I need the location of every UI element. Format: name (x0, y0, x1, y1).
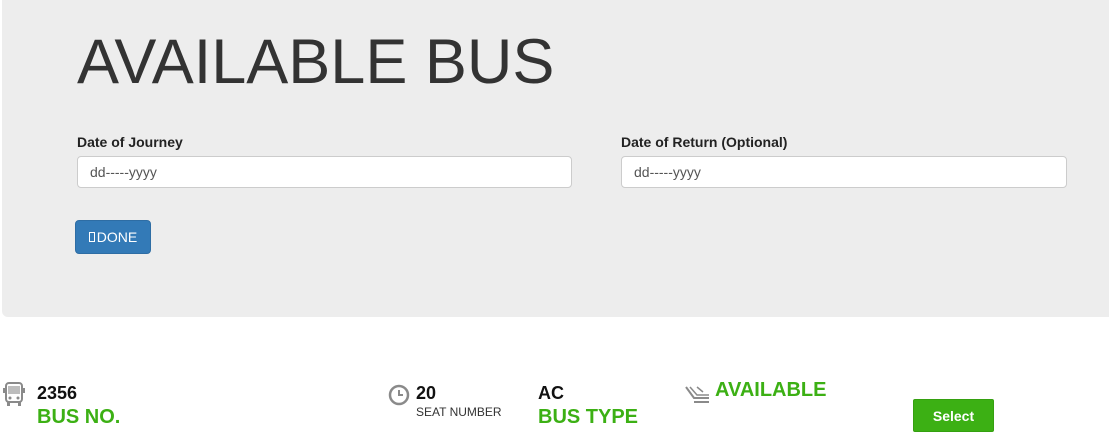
bus-type-label: BUS TYPE (538, 406, 639, 428)
availability-status: AVAILABLE (715, 379, 827, 401)
bus-number-value: 2356 (37, 383, 78, 403)
seat-icon (685, 384, 711, 409)
clock-icon (388, 384, 410, 411)
done-button-label: DONE (96, 229, 138, 245)
bus-number-label: BUS NO. (37, 406, 121, 428)
journey-date-label: Date of Journey (77, 134, 183, 150)
seat-number-value: 20 (416, 383, 437, 403)
bus-type-value: AC (538, 383, 564, 403)
bus-icon (3, 382, 25, 413)
return-date-input[interactable] (621, 156, 1067, 188)
select-button[interactable]: Select (913, 399, 994, 432)
done-glyph-icon (88, 232, 95, 242)
page-title: AVAILABLE BUS (77, 27, 555, 97)
return-date-label: Date of Return (Optional) (621, 134, 788, 150)
seat-number-label: SEAT NUMBER (416, 405, 502, 419)
done-button[interactable]: DONE (75, 220, 151, 254)
journey-date-input[interactable] (77, 156, 572, 188)
